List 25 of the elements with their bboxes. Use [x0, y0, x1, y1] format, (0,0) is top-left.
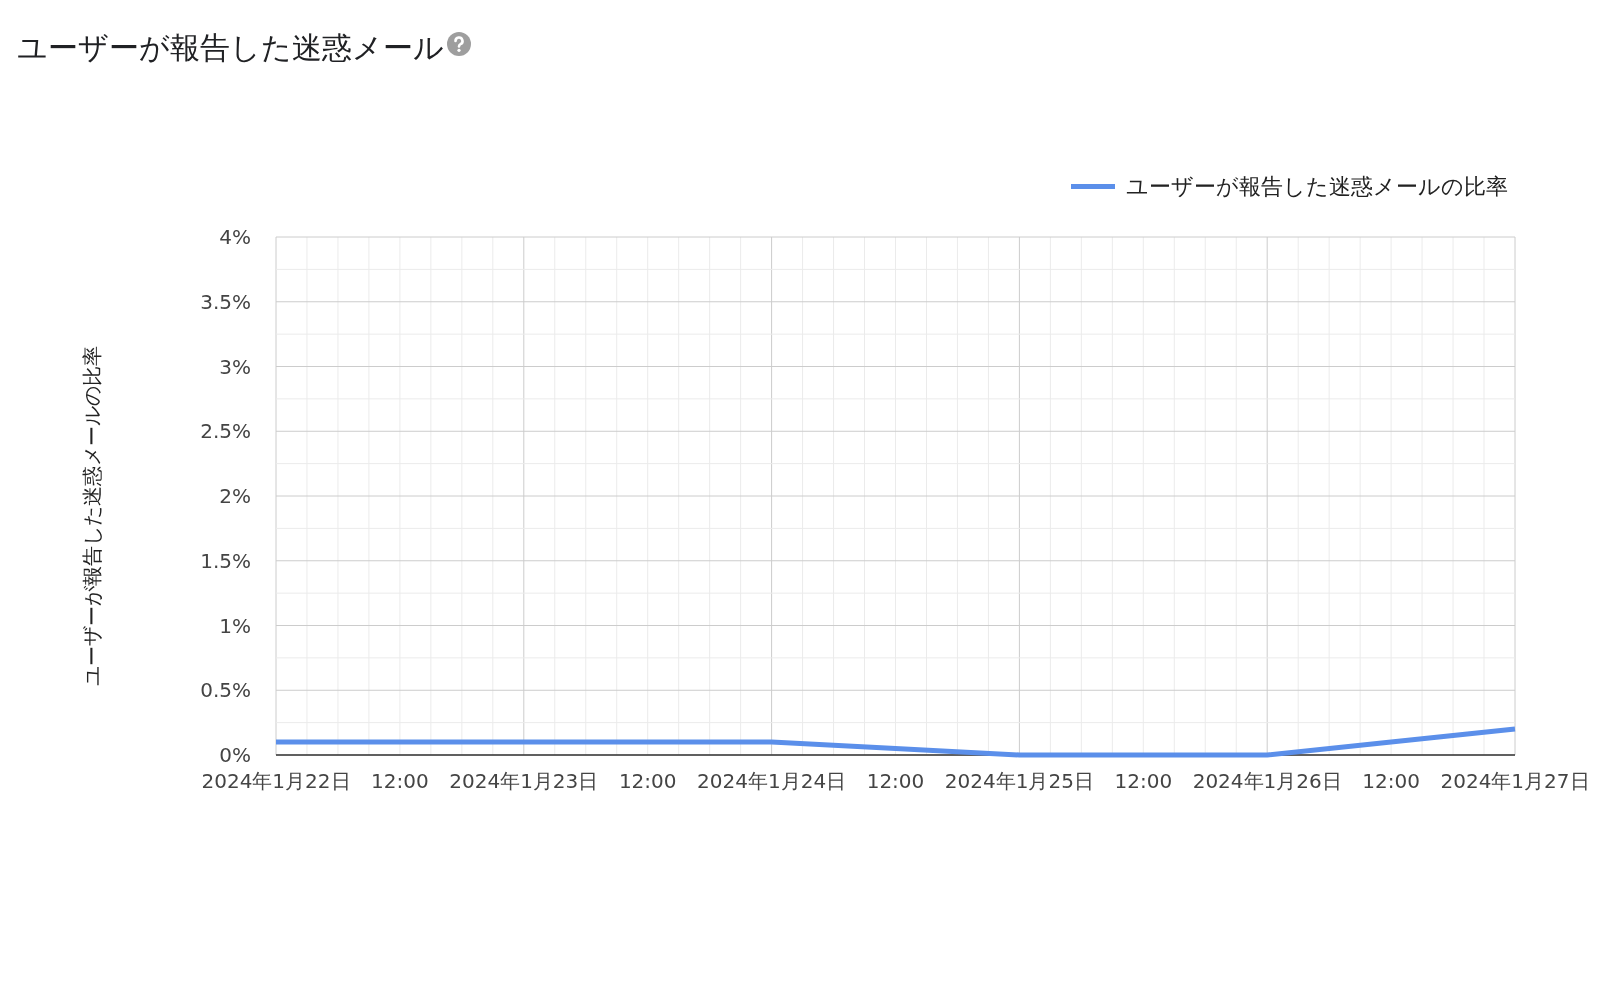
legend-swatch: [1071, 184, 1115, 189]
y-tick-label: 0%: [219, 743, 251, 767]
y-tick-label: 2%: [219, 484, 251, 508]
help-icon[interactable]: [446, 31, 472, 57]
x-tick-label: 12:00: [371, 769, 429, 793]
legend-label: ユーザーが報告した迷惑メールの比率: [1126, 174, 1508, 199]
y-axis-title: ユーザーが報告した迷惑メールの比率: [80, 346, 104, 686]
x-tick-label: 12:00: [1114, 769, 1173, 793]
x-tick-label: 2024年1月23日: [449, 769, 599, 793]
y-tick-label: 1.5%: [200, 548, 251, 573]
y-tick-label: 3%: [219, 354, 251, 379]
x-tick-label: 2024年1月24日: [697, 769, 847, 793]
y-tick-label: 3.5%: [200, 289, 251, 314]
y-tick-label: 4%: [219, 225, 251, 249]
page-title: ユーザーが報告した迷惑メール: [17, 30, 444, 66]
x-tick-label: 2024年1月22日: [201, 769, 351, 793]
x-tick-label: 12:00: [618, 769, 677, 793]
x-tick-label: 2024年1月25日: [944, 769, 1094, 793]
x-tick-label: 2024年1月27日: [1440, 769, 1590, 793]
y-tick-label: 1%: [219, 613, 251, 638]
x-tick-label: 12:00: [866, 769, 925, 793]
y-tick-label: 2.5%: [200, 419, 251, 444]
y-tick-label: 0.5%: [200, 678, 251, 703]
x-tick-label: 12:00: [1362, 769, 1420, 793]
x-tick-label: 2024年1月26日: [1192, 769, 1342, 793]
